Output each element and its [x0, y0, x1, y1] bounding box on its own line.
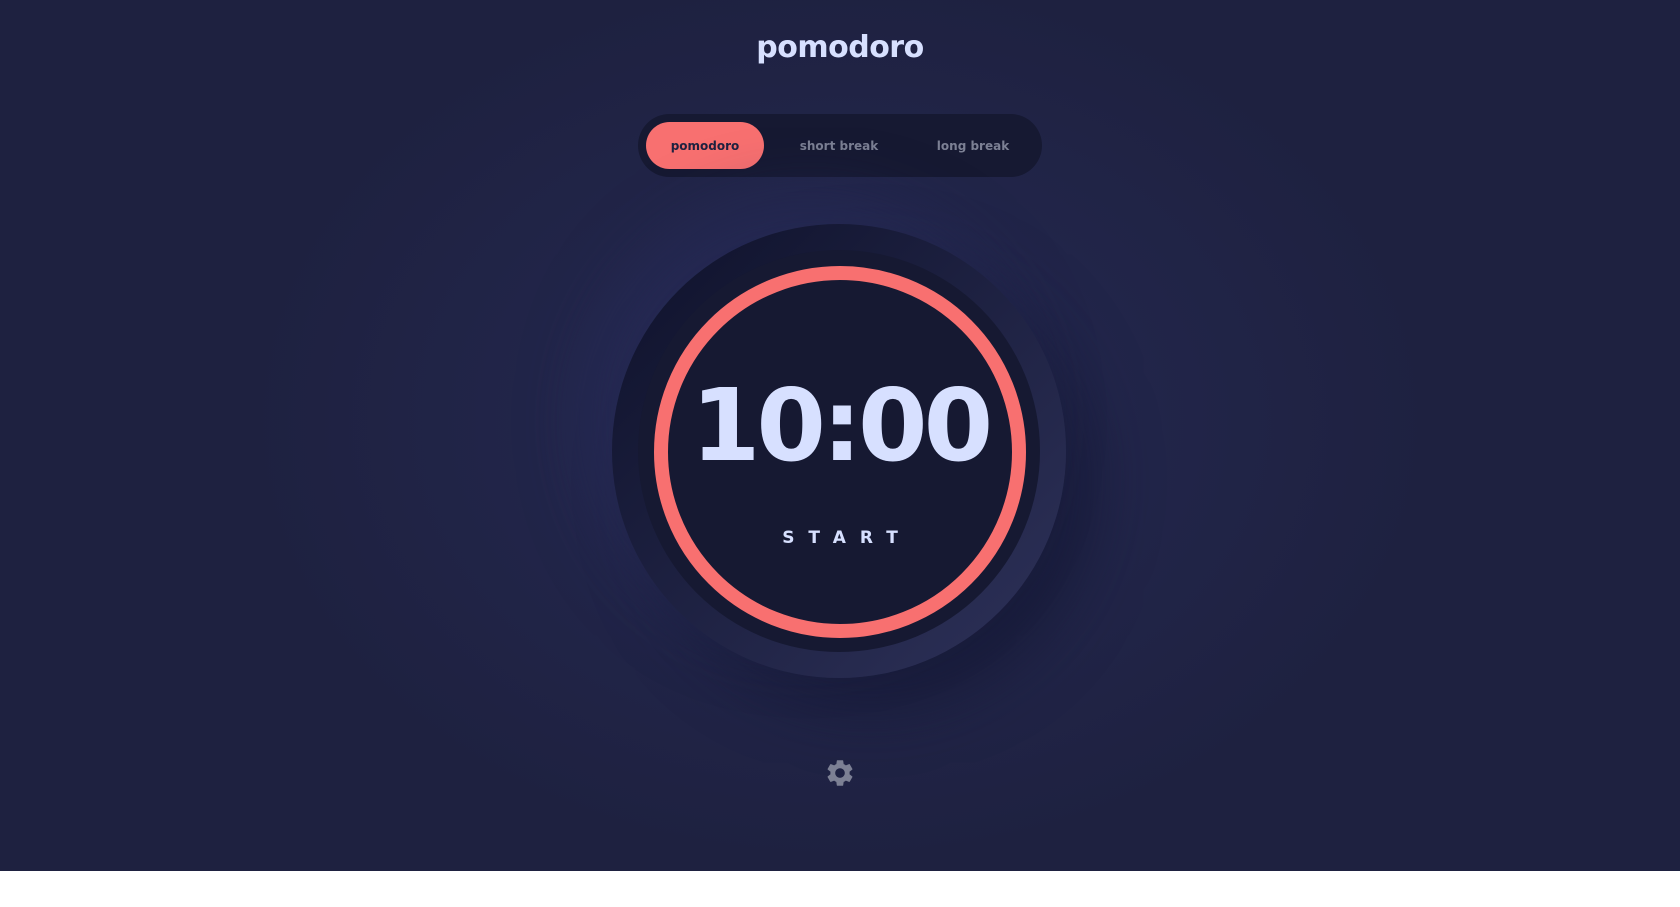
- mode-selector: pomodoro short break long break: [638, 114, 1042, 177]
- tab-pomodoro[interactable]: pomodoro: [646, 122, 764, 169]
- start-button[interactable]: START: [652, 528, 1028, 548]
- tab-short-break[interactable]: short break: [780, 122, 898, 169]
- timer-display: 10:00: [690, 367, 993, 484]
- gear-icon[interactable]: [824, 757, 856, 789]
- tab-long-break[interactable]: long break: [914, 122, 1032, 169]
- app-background: pomodoro pomodoro short break long break…: [0, 0, 1680, 871]
- app-title: pomodoro: [756, 30, 924, 65]
